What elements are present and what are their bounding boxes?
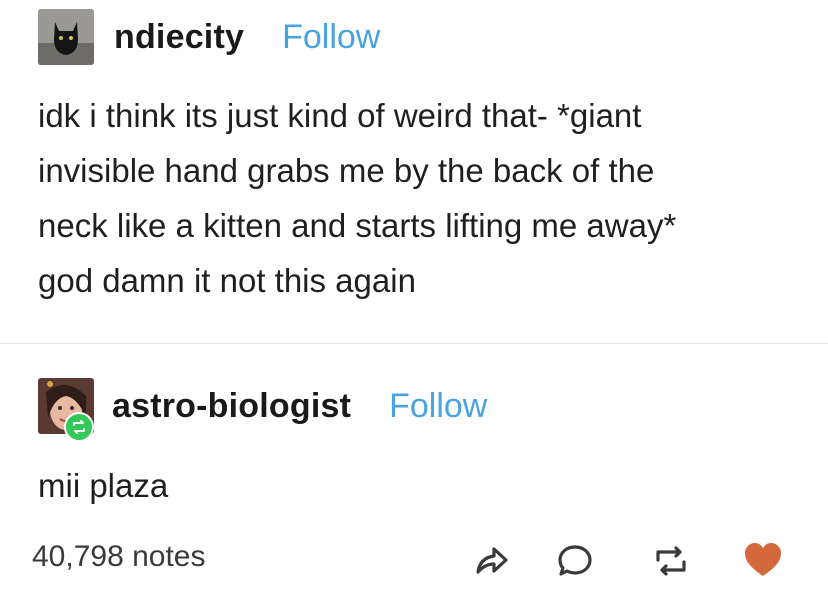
post-header-1: ndiecity Follow [38, 9, 380, 65]
heart-icon[interactable] [740, 537, 786, 583]
reblog-body: mii plaza [38, 467, 169, 504]
reply-icon[interactable] [552, 538, 598, 584]
divider [0, 343, 828, 344]
tumblr-post: ndiecity Follow idk i think its just kin… [0, 0, 828, 585]
share-icon[interactable] [468, 538, 514, 584]
follow-button[interactable]: Follow [389, 387, 487, 426]
black-cat-avatar-image [38, 9, 94, 65]
username[interactable]: ndiecity [114, 18, 244, 57]
follow-button[interactable]: Follow [282, 18, 380, 57]
avatar[interactable] [38, 9, 94, 65]
reblog-icon [73, 420, 85, 434]
post-body: idk i think its just kind of weird that-… [38, 97, 677, 299]
username[interactable]: astro-biologist [112, 387, 351, 426]
reblog-icon[interactable] [648, 538, 694, 584]
post-header-2: astro-biologist Follow [38, 378, 487, 442]
reblog-badge [64, 412, 94, 442]
notes-count[interactable]: 40,798 notes [32, 540, 205, 574]
